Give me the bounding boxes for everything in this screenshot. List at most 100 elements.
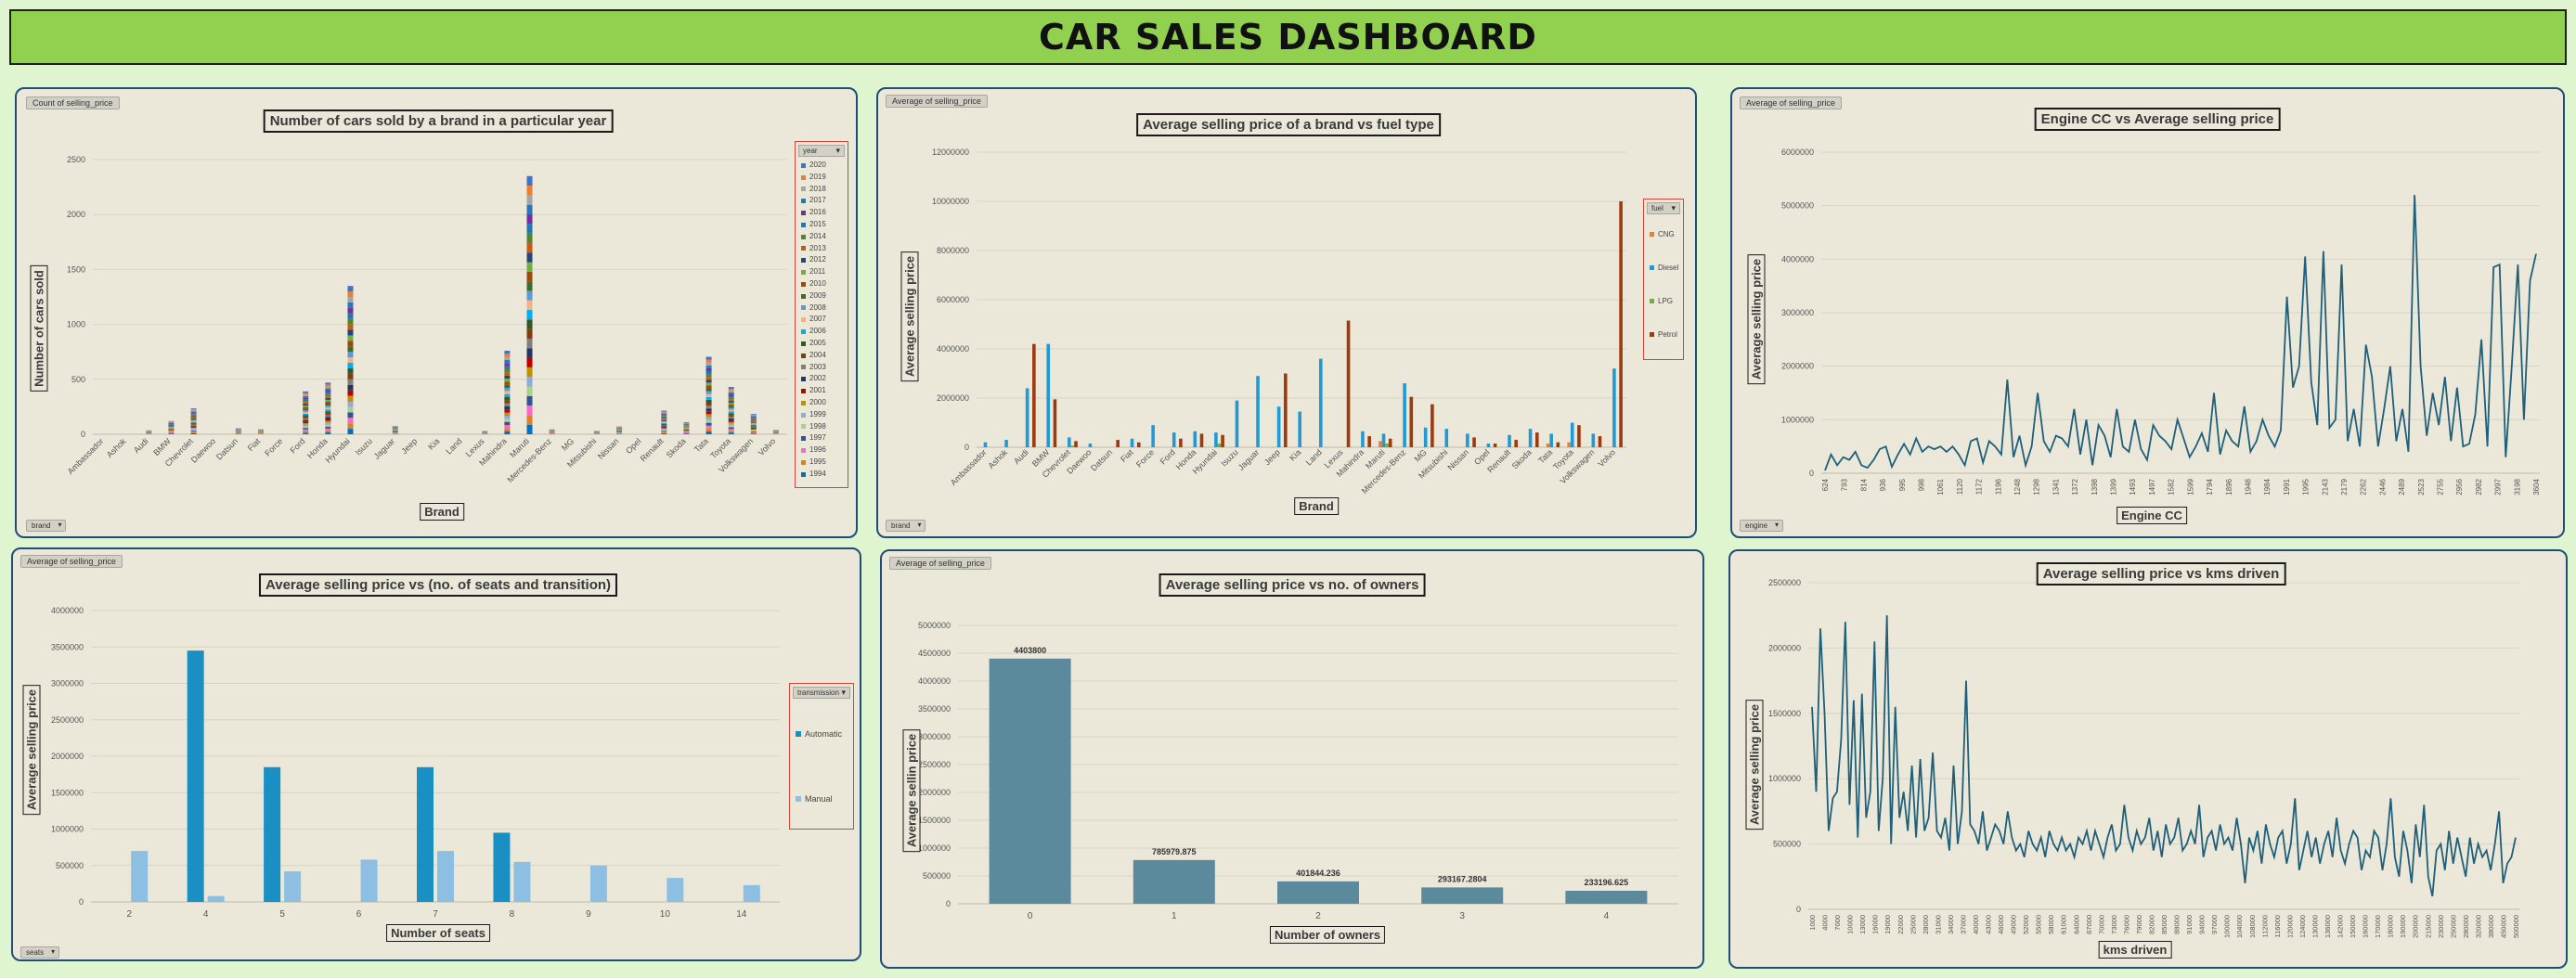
legend-item: 1995 <box>796 457 848 469</box>
bar-segment <box>347 302 354 308</box>
x-tick-label: Jaguar <box>372 436 397 461</box>
brand-filter-button[interactable]: brand <box>26 520 67 532</box>
legend-label: LPG <box>1658 296 1674 305</box>
bar-manual <box>131 851 149 902</box>
y-tick-label: 4000000 <box>51 606 84 615</box>
seats-filter-button[interactable]: seats <box>20 946 60 959</box>
x-tick-label: 91000 <box>2185 915 2194 934</box>
legend-filter-button[interactable]: transmission <box>793 687 850 699</box>
bar-segment <box>504 416 511 419</box>
data-label: 293167.2804 <box>1438 874 1487 883</box>
bar-segment <box>526 338 533 349</box>
field-pill[interactable]: Average of selling_price <box>1740 97 1842 109</box>
x-tick-label: Kia <box>426 436 441 451</box>
bar-diesel <box>1570 422 1574 447</box>
y-tick-label: 2000000 <box>1781 362 1814 371</box>
legend-label: CNG <box>1658 229 1675 238</box>
y-tick-label: 5000000 <box>918 621 951 630</box>
bar-segment <box>325 420 331 423</box>
x-tick-label: 995 <box>1898 478 1907 491</box>
y-tick-label: 10000000 <box>932 197 969 206</box>
chart-engine-cc: 0 1000000 2000000 3000000 4000000 5000000 6000… <box>1781 148 2541 495</box>
bar-segment <box>728 418 734 420</box>
bar-segment <box>526 348 533 358</box>
x-tick-label: 320000 <box>2474 915 2482 938</box>
legend-swatch <box>1650 331 1654 337</box>
bar-segment <box>661 431 667 433</box>
legend-swatch <box>801 211 806 216</box>
bar-segment <box>347 406 354 413</box>
y-tick-label: 0 <box>1809 469 1814 478</box>
x-tick-label: 2 <box>126 909 132 920</box>
legend-item: 2002 <box>796 373 848 385</box>
bar-segment <box>190 413 197 415</box>
bar-segment <box>303 399 309 402</box>
legend-filter-button[interactable]: fuel <box>1647 202 1680 214</box>
bar-segment <box>705 374 712 378</box>
legend-year[interactable]: year 2020 2019 2018 2017 2016 2015 2014 2013 201… <box>795 141 848 488</box>
bar-petrol <box>1221 434 1224 447</box>
y-tick-label: 4000000 <box>918 676 951 686</box>
field-pill[interactable]: Average of selling_price <box>20 555 123 568</box>
bar-segment <box>705 370 712 375</box>
x-tick-label: 14 <box>736 909 747 920</box>
bar-petrol <box>1556 442 1560 447</box>
bar-segment <box>661 422 667 424</box>
engine-filter-button[interactable]: engine <box>1740 520 1784 532</box>
bar-segment <box>190 420 197 422</box>
legend-item: 2006 <box>796 326 848 338</box>
legend-item: 2016 <box>796 207 848 219</box>
bar-segment <box>504 381 511 385</box>
x-tick-label: 150000 <box>2349 915 2357 938</box>
legend-item: 2001 <box>796 385 848 397</box>
legend-swatch <box>801 341 806 346</box>
legend-item: Automatic <box>790 701 853 766</box>
bar-diesel <box>1508 434 1511 447</box>
y-axis-label: Average sellin price <box>902 728 921 853</box>
legend-item: Petrol <box>1644 317 1683 351</box>
legend-label: 2014 <box>809 231 826 240</box>
bar-segment <box>347 395 354 402</box>
bar-segment <box>526 367 533 378</box>
bar-segment <box>190 424 197 426</box>
bar-segment <box>347 373 354 380</box>
bar-segment <box>325 428 331 431</box>
bar-segment <box>750 415 757 417</box>
bar-segment <box>750 426 757 428</box>
y-tick-label: 500 <box>71 375 85 384</box>
bar-diesel <box>1361 431 1365 447</box>
legend-item: CNG <box>1644 217 1683 251</box>
x-tick-label: 13000 <box>1858 915 1867 934</box>
bar-segment <box>661 428 667 430</box>
x-tick-label: Fiat <box>1119 447 1135 464</box>
field-pill[interactable]: Average of selling_price <box>889 557 991 570</box>
brand-filter-button[interactable]: brand <box>886 520 926 532</box>
x-tick-label: 22000 <box>1896 915 1905 934</box>
bar-segment <box>705 399 712 403</box>
bar-segment <box>168 427 175 429</box>
bar-segment <box>705 393 712 397</box>
bar-segment <box>325 401 331 405</box>
bar-segment <box>168 420 175 422</box>
bar-segment <box>705 388 712 392</box>
bar-segment <box>347 291 354 297</box>
y-tick-label: 500000 <box>923 871 951 881</box>
x-axis-label: Engine CC <box>2116 507 2187 524</box>
field-pill[interactable]: Count of selling_price <box>26 97 120 109</box>
x-tick-label: 2446 <box>2378 478 2387 495</box>
bar-segment <box>705 414 712 418</box>
bar-segment <box>526 281 533 291</box>
x-tick-label: Ashok <box>987 447 1010 470</box>
legend-filter-button[interactable]: year <box>798 145 845 157</box>
legend-transmission[interactable]: transmission Automatic Manual <box>789 683 854 830</box>
legend-fuel[interactable]: fuel CNG Diesel LPG Petrol <box>1643 199 1684 360</box>
legend-item: 2003 <box>796 362 848 374</box>
field-pill[interactable]: Average of selling_price <box>886 95 988 108</box>
bar-lpg <box>1217 444 1222 447</box>
x-tick-label: 40000 <box>1972 915 1980 934</box>
bar-segment <box>705 425 712 429</box>
x-tick-label: Renault <box>639 436 666 463</box>
bar-segment <box>190 409 197 411</box>
data-label: 233196.625 <box>1585 878 1629 887</box>
legend-item: 2018 <box>796 184 848 196</box>
